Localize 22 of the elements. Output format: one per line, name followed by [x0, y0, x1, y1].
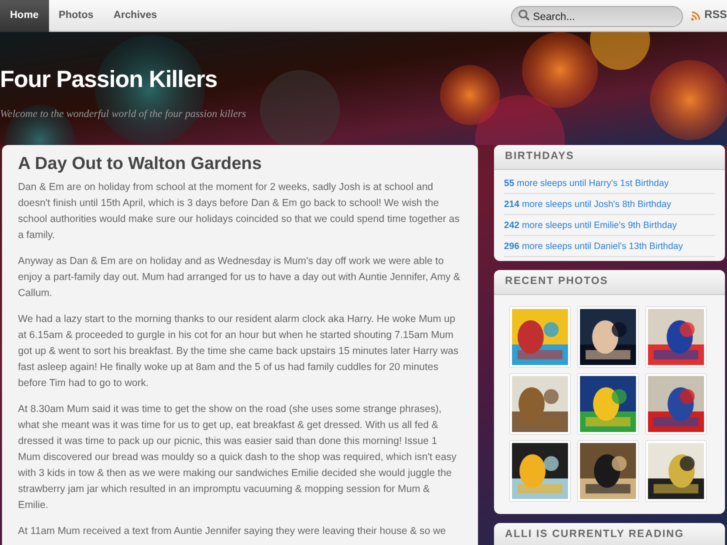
- post-paragraph: We had a lazy start to the morning thanks to our resident alarm clock aka Harry. He woke Mum up at 6.15am & proceeded to gurgle in his cot for an hour but when he started shouting 7.15am Mum got up & went to sort his breakfast. By the time she came back upstairs 15 minutes later Harry was fast asleep again! He finally woke up at 8am and the 5 of us had family cuddles for 20 minutes before Tim had to go to work.: [18, 313, 460, 391]
- nav-tab[interactable]: Home: [0, 0, 49, 32]
- site-title[interactable]: Four Passion Killers: [0, 64, 218, 94]
- post-paragraph: At 8.30am Mum said it was time to get the show on the road (she uses some strange phrases), what she meant was it was time for us to get up, eat breakfast & get dressed. With us all fed & dressed it was time to pack up our picnic, this was easier said than done this morning! Issue 1 Mum discovered our bread was mouldy so a quick dash to the shop was required, which isn't easy with 3 kids in tow & then as we were making our sandwiches Emilie decided she would juggle the strawberry jam jar which resulted in an impromptu vacuuming & mopping session for Mum & Emilie.: [18, 403, 458, 513]
- birthday-link[interactable]: 214 more sleeps until Josh's 8th Birthday: [504, 194, 715, 215]
- widget-title: BIRTHDAYS: [494, 145, 725, 170]
- birthday-link[interactable]: 242 more sleeps until Emilie's 9th Birthday: [504, 215, 715, 236]
- post-paragraph: Anyway as Dan & Em are on holiday and as Wednesday is Mum's day off work we were able to enjoy a part-family day out. Mum had arranged for us to have a day out with Auntie Jennifer, Amy & Callum.: [18, 255, 462, 301]
- search-icon: [518, 8, 530, 20]
- rss-icon[interactable]: [691, 10, 700, 20]
- post-paragraph: At 11am Mum received a text from Auntie Jennifer saying they were leaving their house & so we: [18, 525, 447, 539]
- birthday-link[interactable]: 296 more sleeps until Daniel's 13th Birthday: [504, 236, 715, 257]
- widget-title: ALLI IS CURRENTLY READING: [494, 523, 725, 545]
- rss-link[interactable]: RSS: [704, 7, 727, 24]
- post-paragraph: Dan & Em are on holiday from school at the moment for 2 weeks, sadly Josh is at school and doesn't finish until 15th April, which is 3 days before Dan & Em go back to school! We wish the school authorities would make sure our holidays coincided so that we could spend time together as a family.: [18, 181, 461, 243]
- widget-title: RECENT PHOTOS: [494, 270, 725, 295]
- birthday-link[interactable]: 55 more sleeps until Harry's 1st Birthday: [504, 173, 715, 194]
- post-title[interactable]: A Day Out to Walton Gardens: [18, 153, 462, 174]
- nav-tab[interactable]: Archives: [104, 0, 168, 32]
- nav-tab[interactable]: Photos: [48, 0, 104, 32]
- search-field[interactable]: Search...: [511, 6, 683, 27]
- site-tagline: Welcome to the wonderful world of the four passion killers: [0, 108, 246, 122]
